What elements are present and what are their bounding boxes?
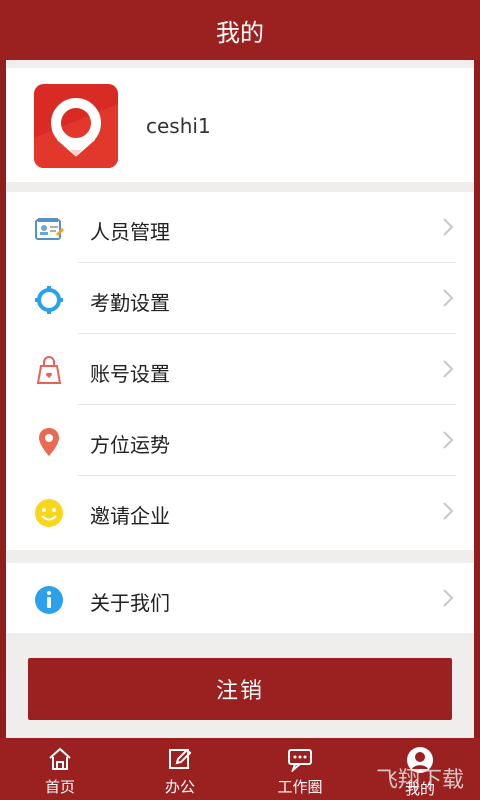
- account-settings-icon: [34, 356, 64, 386]
- profile-card[interactable]: ceshi1: [6, 68, 474, 182]
- company-logo: [34, 84, 118, 168]
- logout-button[interactable]: 注销: [28, 658, 452, 720]
- home-icon: [49, 747, 71, 770]
- chevron-right-icon: [443, 218, 454, 236]
- page-header: 我的: [0, 0, 480, 60]
- settings-menu: 人员管理 考勤设置 账号设置 方位运势 邀请企业: [6, 192, 474, 550]
- invite-company-icon: [34, 498, 64, 528]
- menu-item-label: 考勤设置: [90, 291, 170, 315]
- about-label: 关于我们: [90, 591, 170, 615]
- chevron-right-icon: [443, 360, 454, 378]
- tab-home[interactable]: 首页: [0, 738, 120, 800]
- chevron-right-icon: [443, 589, 454, 607]
- menu-item-label: 邀请企业: [90, 504, 170, 528]
- location-fortune-icon: [34, 427, 64, 457]
- chevron-right-icon: [443, 502, 454, 520]
- menu-item-label: 方位运势: [90, 433, 170, 457]
- menu-item-label: 账号设置: [90, 362, 170, 386]
- tab-label: 办公: [164, 778, 195, 796]
- page-title: 我的: [216, 18, 264, 47]
- attendance-settings-icon: [34, 285, 64, 315]
- bottom-tabbar: 首页 办公 工作圈 我的 飞翔下载: [0, 738, 480, 800]
- logo-graphic: [34, 84, 118, 168]
- chat-icon: [288, 749, 312, 772]
- chevron-right-icon: [443, 431, 454, 449]
- tab-label: 工作圈: [277, 778, 323, 796]
- username: ceshi1: [146, 114, 211, 138]
- tab-office[interactable]: 办公: [120, 738, 240, 800]
- menu-item-label: 人员管理: [90, 220, 170, 244]
- menu-item-attendance[interactable]: 考勤设置: [6, 263, 474, 334]
- menu-item-location[interactable]: 方位运势: [6, 405, 474, 476]
- staff-management-icon: [34, 214, 64, 244]
- edit-icon: [169, 748, 192, 769]
- tab-label: 首页: [44, 778, 75, 796]
- menu-item-invite[interactable]: 邀请企业: [6, 476, 474, 547]
- chevron-right-icon: [443, 289, 454, 307]
- info-icon: [34, 585, 64, 615]
- menu-item-staff[interactable]: 人员管理: [6, 192, 474, 263]
- about-us-item[interactable]: 关于我们: [6, 563, 474, 633]
- menu-item-account[interactable]: 账号设置: [6, 334, 474, 405]
- about-row[interactable]: 关于我们: [6, 563, 474, 634]
- watermark: 飞翔下载: [375, 768, 464, 793]
- right-frame: [474, 0, 480, 800]
- tab-work-circle[interactable]: 工作圈: [240, 738, 360, 800]
